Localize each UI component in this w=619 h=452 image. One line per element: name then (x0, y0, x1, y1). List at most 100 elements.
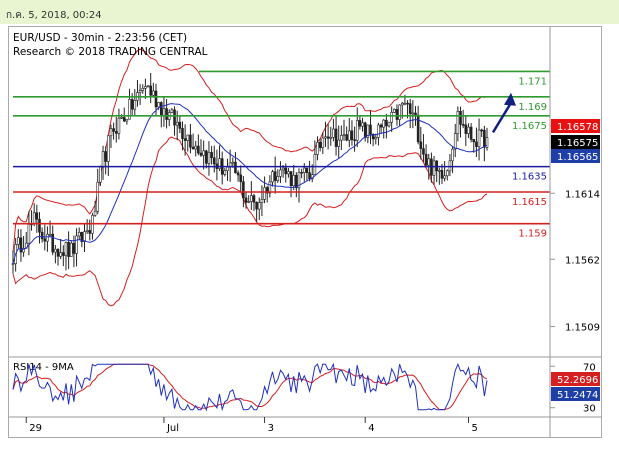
candle (239, 165, 243, 192)
rsi-panel: 70 30 52.2696 51.2474 (12, 362, 600, 415)
candle (355, 107, 359, 148)
candle (316, 136, 319, 161)
svg-text:1.16565: 1.16565 (557, 152, 598, 163)
candle (416, 105, 420, 145)
bollinger-bands (12, 48, 488, 307)
candle (445, 169, 449, 181)
level-label: 1.1615 (512, 197, 547, 208)
candles (11, 72, 489, 274)
time-tick-label: 4 (368, 423, 374, 434)
candle (117, 108, 121, 140)
candle (207, 141, 211, 176)
candle (197, 134, 200, 156)
candle (141, 84, 145, 94)
candle (350, 120, 354, 146)
candle (19, 229, 23, 262)
candle (194, 140, 198, 157)
candle (54, 244, 57, 264)
bollinger-lower (12, 136, 488, 307)
bollinger-upper (12, 48, 488, 254)
candle (159, 101, 163, 128)
price-tick-label: 1.1614 (565, 189, 600, 200)
candle (438, 167, 441, 185)
price-tick-label: 1.1509 (565, 323, 600, 334)
time-tick-label: 29 (29, 423, 42, 434)
candle (250, 181, 253, 211)
candle (308, 160, 311, 182)
rsi-tick-label: 70 (583, 362, 596, 373)
candle (234, 152, 237, 174)
candle (480, 128, 484, 138)
candle (289, 171, 293, 198)
candle (273, 156, 277, 194)
candle (138, 84, 142, 105)
candle (114, 116, 118, 143)
time-tick-label: 5 (471, 423, 477, 434)
candle (459, 106, 462, 138)
candle (451, 145, 454, 174)
candle (83, 223, 86, 252)
candle (422, 134, 425, 163)
candle (80, 231, 84, 248)
chart-subtitle: Research © 2018 TRADING CENTRAL (13, 46, 208, 58)
level-label: 1.1635 (512, 172, 547, 183)
candle (67, 231, 70, 270)
candle (366, 124, 370, 144)
candle (146, 84, 150, 88)
candle (419, 126, 423, 160)
candle (59, 239, 62, 260)
candle (35, 204, 39, 233)
candle (62, 245, 65, 267)
candle (220, 151, 224, 185)
candle (483, 125, 486, 162)
time-tick-label: Jul (166, 423, 179, 434)
level-label: 1.171 (518, 76, 547, 87)
candle (342, 119, 346, 141)
candle (16, 229, 20, 249)
candle (128, 88, 131, 120)
chart-svg[interactable]: 1.171 1.169 1.1675 1.1635 1.1615 1.159 EUR/US… (9, 27, 601, 437)
candle (411, 100, 415, 129)
candle (358, 114, 362, 130)
price-tick-label: 1.1562 (565, 255, 600, 266)
candle (24, 231, 28, 249)
candle (300, 168, 303, 179)
candle (475, 127, 478, 157)
candle (101, 145, 105, 180)
svg-text:1.16578: 1.16578 (557, 122, 598, 133)
candle (122, 107, 126, 123)
candle (43, 224, 47, 251)
level-label: 1.169 (518, 102, 547, 113)
candle (136, 79, 139, 107)
forecast-arrow-shaft (491, 102, 513, 133)
candle (305, 167, 309, 182)
candle (321, 132, 325, 154)
chart-frame: 1.171 1.169 1.1675 1.1635 1.1615 1.159 EUR/US… (8, 26, 602, 438)
candle (107, 135, 110, 176)
candle (178, 115, 182, 134)
candle (46, 226, 49, 252)
chart-title: EUR/USD - 30min - 2:23:56 (CET) (13, 32, 187, 44)
candle (109, 124, 113, 148)
candle (387, 121, 391, 128)
candle (64, 241, 68, 271)
rsi-tick-label: 30 (583, 404, 596, 415)
candle (223, 167, 227, 177)
candle (75, 228, 78, 267)
candle (334, 115, 338, 156)
candle (453, 123, 457, 158)
candle (152, 82, 155, 97)
candle (91, 212, 94, 240)
candle (324, 121, 327, 147)
candle (88, 219, 92, 241)
candle (265, 185, 269, 203)
candle (144, 78, 147, 100)
candle (170, 108, 174, 114)
candle (215, 149, 219, 181)
candle (276, 169, 280, 184)
candle (390, 106, 393, 132)
rsi-ma-tag: 52.2696 (551, 372, 600, 386)
candle (374, 133, 378, 145)
candle (408, 98, 412, 129)
svg-text:1.16575: 1.16575 (557, 138, 598, 149)
